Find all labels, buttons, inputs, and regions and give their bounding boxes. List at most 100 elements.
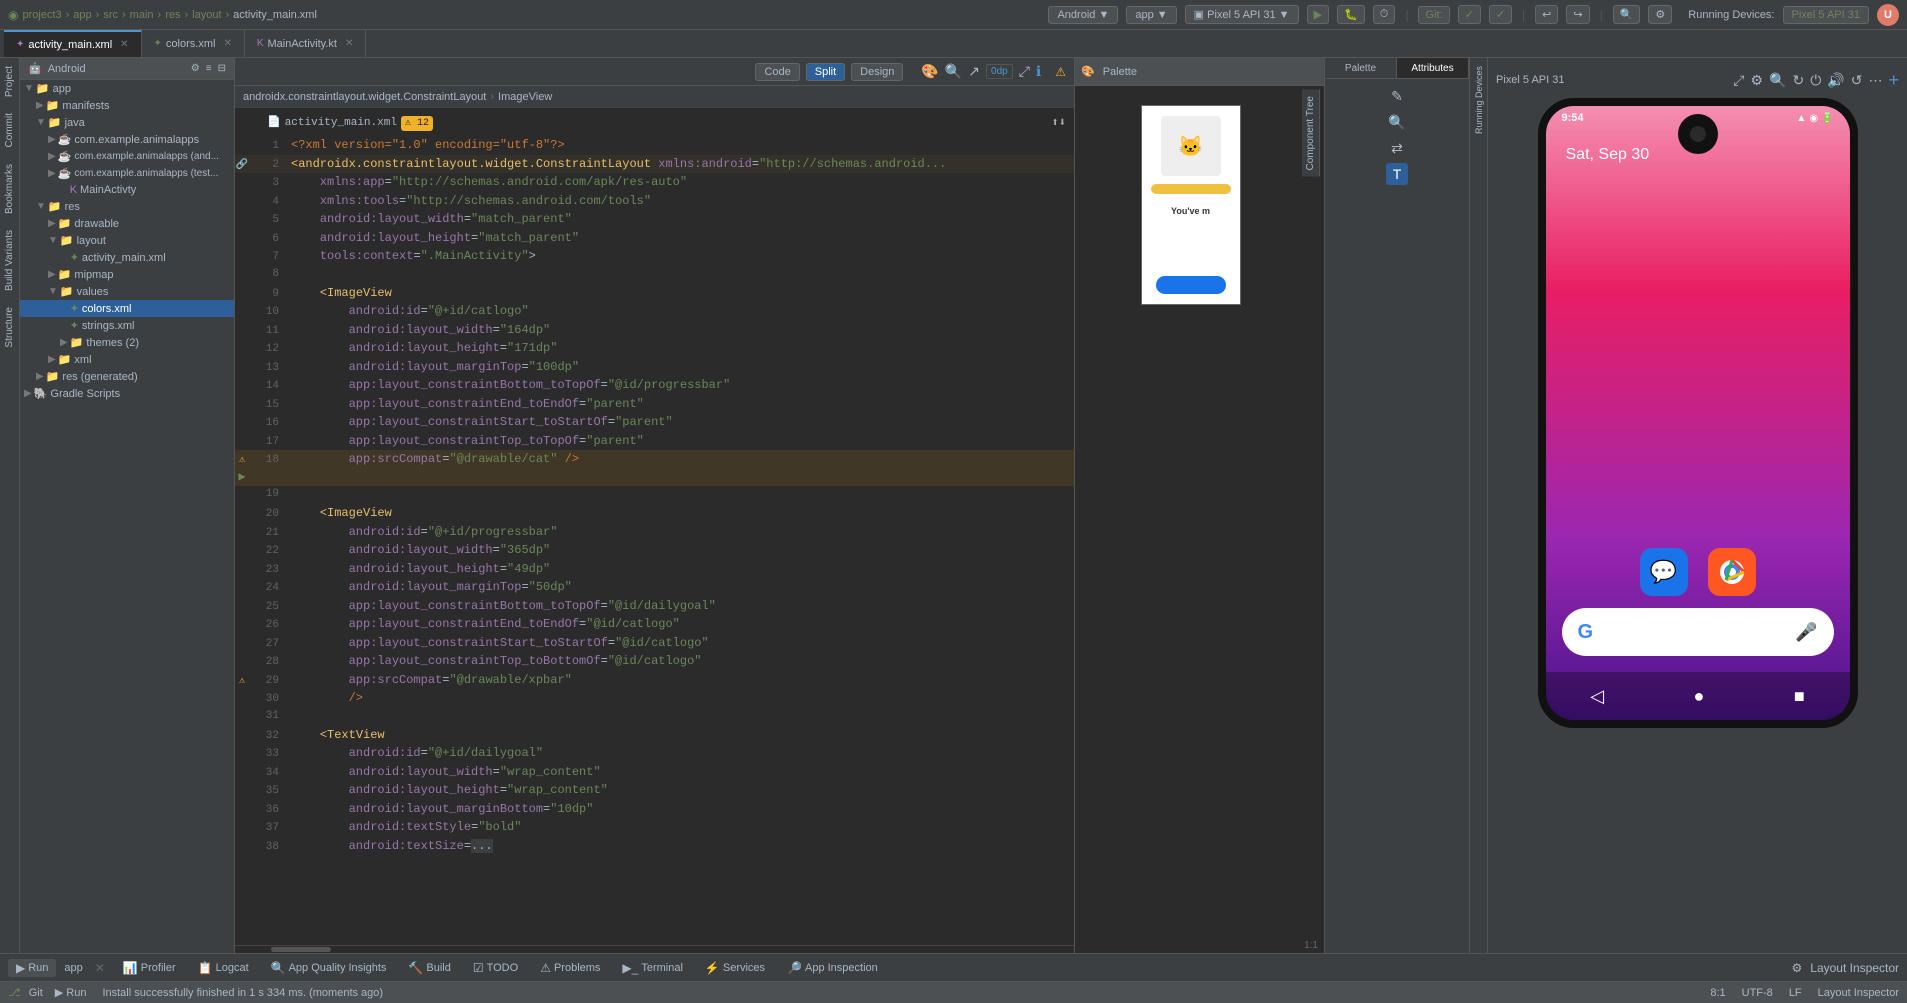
running-device-select[interactable]: Pixel 5 API 31 [1783,6,1870,24]
tree-item-pkg2[interactable]: ▶ ☕ com.example.animalapps (and... [20,148,234,165]
debug-button[interactable]: 🐛 [1337,5,1365,24]
tree-item-manifests[interactable]: ▶ 📁 manifests [20,97,234,114]
expand-all-icon[interactable]: ⬇ [1059,114,1066,132]
phone-power-icon[interactable]: ⏻ [1810,72,1821,89]
phone-recents-btn[interactable]: ■ [1794,686,1805,707]
panel-btn-2[interactable]: 🔍 [1386,111,1408,133]
bottom-layout-inspector[interactable]: Layout Inspector [1810,961,1899,975]
phone-zoom-icon[interactable]: 🔍 [1769,72,1786,89]
sidebar-collapse-icon[interactable]: ⊟ [218,63,226,74]
transform-icon[interactable]: ⤢ [1019,63,1030,80]
vtab-structure[interactable]: Structure [0,299,19,356]
vtab-build-variants[interactable]: Build Variants [0,222,19,299]
tree-item-activity-xml[interactable]: ▶ ✦ activity_main.xml [20,249,234,266]
phone-more-icon[interactable]: ⋯ [1868,72,1882,89]
close-tab-activity-main[interactable]: ✕ [120,39,128,50]
tree-item-colors-xml[interactable]: ▶ ✦ colors.xml [20,300,234,317]
phone-add-icon[interactable]: + [1888,70,1899,91]
git-branch-status[interactable]: Git [29,987,43,999]
vtab-commit[interactable]: Commit [0,105,19,155]
run-tool-btn[interactable]: ▶ Run [8,959,56,977]
tab-activity-main[interactable]: ✦ activity_main.xml ✕ [4,30,142,57]
git-check[interactable]: ✓ [1458,5,1481,24]
tree-item-pkg3[interactable]: ▶ ☕ com.example.animalapps (test... [20,165,234,182]
profile-button[interactable]: ⏱ [1373,5,1396,24]
tree-item-pkg1[interactable]: ▶ ☕ com.example.animalapps [20,131,234,148]
bc-res[interactable]: res [165,9,180,21]
profiler-tool-btn[interactable]: 📊 Profiler [115,959,184,977]
phone-expand-icon[interactable]: ⤢ [1733,72,1744,89]
tree-item-res[interactable]: ▼ 📁 res [20,198,234,215]
close-tab-mainactivity[interactable]: ✕ [345,38,353,49]
build-btn[interactable]: 🔨 Build [400,959,458,977]
app-inspection-btn[interactable]: 🔎 App Inspection [779,959,886,977]
layout-inspector-label[interactable]: Layout Inspector [1818,987,1899,999]
user-avatar[interactable]: U [1877,4,1899,26]
phone-app-chrome[interactable] [1708,548,1756,596]
bc-src[interactable]: src [103,9,118,21]
todo-btn[interactable]: ☑ TODO [465,959,526,977]
tab-mainactivity[interactable]: K MainActivity.kt ✕ [245,30,367,57]
phone-search-bar[interactable]: G 🎤 [1562,608,1834,656]
sidebar-gear-icon[interactable]: ⚙ [191,63,200,74]
info-icon[interactable]: ℹ [1036,63,1041,80]
phone-back-btn[interactable]: ◁ [1590,686,1604,707]
bottom-settings-icon[interactable]: ⚙ [1792,961,1803,975]
bc-project[interactable]: project3 [22,9,61,21]
code-editor[interactable]: 📄 activity_main.xml ⚠ 12 ⬆ ⬇ 1 <?xml ver… [235,108,1074,945]
tree-item-app[interactable]: ▼ 📁 app [20,80,234,97]
split-view-btn[interactable]: Split [806,63,845,81]
panel-btn-1[interactable]: ✎ [1386,85,1408,107]
phone-rotate-icon[interactable]: ↻ [1793,72,1805,89]
cursor-icon[interactable]: ↗ [968,63,980,80]
sidebar-filter-icon[interactable]: ≡ [206,63,212,74]
logcat-tool-btn[interactable]: 📋 Logcat [190,959,257,977]
problems-btn[interactable]: ⚠ Problems [532,959,608,977]
phone-settings-icon[interactable]: ⚙ [1751,72,1764,89]
tree-item-gradle[interactable]: ▶ 🐘 Gradle Scripts [20,385,234,402]
run-button[interactable]: ▶ [1307,5,1329,24]
tab-colors[interactable]: ✦ colors.xml ✕ [142,30,245,57]
magnify-icon[interactable]: 🔍 [945,63,962,80]
bc-constraint-layout[interactable]: androidx.constraintlayout.widget.Constra… [243,91,486,103]
bc-main[interactable]: main [130,9,154,21]
design-view-btn[interactable]: Design [851,63,903,81]
palette-tab[interactable]: Palette [1325,58,1397,78]
code-view-btn[interactable]: Code [755,63,799,81]
palette-toggle[interactable]: 🎨 [1081,65,1095,78]
close-tab-colors[interactable]: ✕ [223,38,231,49]
panel-btn-3[interactable]: ⇄ [1386,137,1408,159]
panel-btn-4[interactable]: T [1386,163,1408,185]
collapse-all-icon[interactable]: ⬆ [1052,114,1059,132]
tree-item-strings-xml[interactable]: ▶ ✦ strings.xml [20,317,234,334]
phone-refresh-icon[interactable]: ↺ [1851,72,1863,89]
attributes-tab[interactable]: Attributes [1397,58,1469,78]
app-quality-btn[interactable]: 🔍 App Quality Insights [263,959,395,977]
palette-icon[interactable]: 🎨 [921,63,938,80]
phone-home-btn[interactable]: ● [1694,686,1705,707]
bc-app[interactable]: app [73,9,91,21]
vtab-bookmarks[interactable]: Bookmarks [0,156,19,222]
tree-item-res-generated[interactable]: ▶ 📁 res (generated) [20,368,234,385]
phone-mic-icon[interactable]: 🎤 [1795,622,1817,643]
git-branch[interactable]: ✓ [1489,5,1512,24]
tree-item-mainactivity[interactable]: ▶ K MainActivty [20,182,234,198]
line18-run-icon[interactable]: ▶ [235,470,249,484]
tree-item-xml[interactable]: ▶ 📁 xml [20,351,234,368]
bc-file[interactable]: activity_main.xml [233,9,317,21]
bc-imageview[interactable]: ImageView [498,91,552,103]
gear-button[interactable]: ⚙ [1648,5,1672,24]
app-dropdown[interactable]: app ▼ [1126,6,1176,24]
tree-item-mipmap[interactable]: ▶ 📁 mipmap [20,266,234,283]
horizontal-scrollbar[interactable] [235,945,1074,953]
terminal-btn[interactable]: ▶_ Terminal [614,959,690,977]
bc-layout[interactable]: layout [192,9,221,21]
phone-app-messages[interactable]: 💬 [1640,548,1688,596]
vtab-project[interactable]: Project [0,58,19,105]
search-button[interactable]: 🔍 [1613,5,1641,24]
tree-item-themes[interactable]: ▶ 📁 themes (2) [20,334,234,351]
tree-item-values[interactable]: ▼ 📁 values [20,283,234,300]
tree-item-layout[interactable]: ▼ 📁 layout [20,232,234,249]
phone-volume-icon[interactable]: 🔊 [1827,72,1844,89]
vtab-running-devices[interactable]: Running Devices [1470,58,1488,142]
